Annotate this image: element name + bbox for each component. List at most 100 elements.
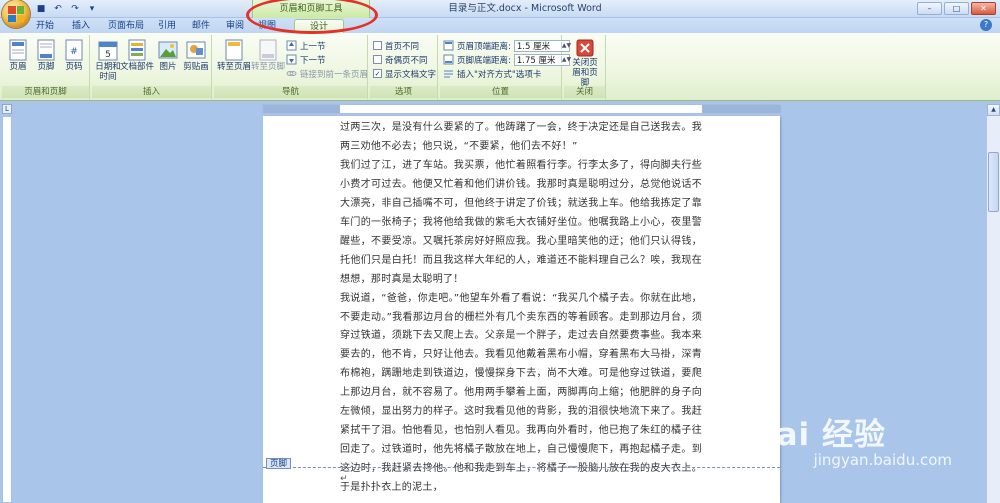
tab-mailings[interactable]: 邮件: [186, 19, 216, 33]
customize-icon[interactable]: ▾: [85, 3, 99, 16]
next-section-button[interactable]: 下一节: [286, 53, 326, 66]
header-button[interactable]: 页眉: [4, 37, 32, 83]
scroll-up-icon[interactable]: ▲: [987, 104, 1000, 116]
different-odd-even-label: 奇偶页不同: [385, 55, 428, 66]
maximize-button[interactable]: □: [944, 2, 969, 15]
group-label-close: 关闭: [564, 86, 605, 98]
clip-art-label: 剪贴画: [183, 62, 209, 72]
quick-parts-label: 文档部件: [120, 62, 155, 72]
checkbox-box[interactable]: [373, 55, 382, 64]
minimize-button[interactable]: –: [917, 2, 942, 15]
office-button[interactable]: [2, 0, 30, 28]
clip-art-button[interactable]: 剪贴画: [182, 37, 210, 83]
next-section-icon: [286, 54, 297, 65]
group-options: 首页不同 奇偶页不同 ✓ 显示文档文字 选项: [370, 35, 438, 99]
page-number-button[interactable]: # 页码: [60, 37, 88, 83]
date-time-button[interactable]: 5 日期和时间: [94, 37, 122, 83]
footer-boundary: [263, 467, 780, 468]
previous-section-button[interactable]: 上一节: [286, 39, 326, 52]
footer-distance-row: 页脚底端距离: 1.75 厘米 ▲▼: [443, 53, 571, 66]
picture-label: 图片: [159, 62, 177, 72]
header-distance-row: 页眉顶端距离: 1.5 厘米 ▲▼: [443, 39, 571, 52]
help-icon[interactable]: ?: [980, 19, 992, 31]
header-distance-value: 1.5 厘米: [516, 41, 551, 52]
office-logo-icon: [8, 6, 24, 22]
tab-view[interactable]: 视图: [252, 19, 282, 33]
quick-parts-icon: [127, 39, 147, 61]
picture-icon: [158, 39, 178, 61]
align-tab-icon: [443, 68, 454, 79]
footer-distance-input[interactable]: 1.75 厘米 ▲▼: [513, 53, 571, 66]
paragraph-mark[interactable]: ↵: [340, 474, 348, 484]
body-text[interactable]: 过两三次，是没有什么要紧的了。他踌躇了一会，终于决定还是自己送我去。我两三劝他不…: [340, 119, 702, 498]
group-close: 关闭页眉和页脚 关闭: [564, 35, 606, 99]
goto-header-label: 转至页眉: [217, 62, 252, 72]
tab-review[interactable]: 审阅: [220, 19, 250, 33]
group-navigation: 转至页眉 转至页脚 上一节 下一节 链接到前一条页眉 导航: [214, 35, 368, 99]
different-odd-even-checkbox[interactable]: 奇偶页不同: [373, 53, 428, 66]
header-label: 页眉: [9, 62, 27, 72]
vertical-scrollbar[interactable]: ▲: [986, 104, 1000, 503]
different-first-page-checkbox[interactable]: 首页不同: [373, 39, 419, 52]
horizontal-ruler[interactable]: [262, 104, 781, 114]
page-number-icon: #: [64, 39, 84, 61]
previous-section-label: 上一节: [300, 41, 326, 52]
title-bar: ■ ↶ ↷ ▾ 页眉和页脚工具 目录与正文.docx - Microsoft W…: [0, 0, 1000, 28]
tab-insert[interactable]: 插入: [64, 19, 98, 33]
save-icon[interactable]: ■: [34, 3, 48, 16]
calendar-icon: 5: [98, 39, 118, 61]
redo-icon[interactable]: ↷: [68, 3, 82, 16]
window-title: 目录与正文.docx - Microsoft Word: [448, 3, 602, 14]
insert-align-tab-label: 插入"对齐方式"选项卡: [457, 69, 542, 80]
baidu-watermark: Bai 经验 jingyan.baidu.com: [752, 409, 952, 475]
goto-footer-button[interactable]: 转至页脚: [251, 37, 285, 83]
different-first-page-label: 首页不同: [385, 41, 420, 52]
quick-parts-button[interactable]: 文档部件: [120, 37, 155, 83]
link-to-previous-button[interactable]: 链接到前一条页眉: [286, 67, 368, 80]
goto-header-button[interactable]: 转至页眉: [217, 37, 252, 83]
footer-distance-icon: [443, 54, 454, 65]
context-tool-title: 页眉和页脚工具: [252, 0, 370, 18]
footer-distance-value: 1.75 厘米: [516, 55, 556, 66]
left-margin-band: [263, 105, 340, 113]
close-header-footer-button[interactable]: 关闭页眉和页脚: [569, 37, 601, 88]
link-to-previous-label: 链接到前一条页眉: [300, 69, 369, 80]
clip-art-icon: [186, 39, 206, 61]
close-red-icon: [575, 39, 595, 57]
date-time-label: 日期和时间: [95, 62, 121, 82]
header-distance-icon: [443, 40, 454, 51]
svg-text:5: 5: [105, 50, 111, 60]
tab-home[interactable]: 开始: [28, 19, 62, 33]
scroll-thumb[interactable]: [988, 152, 999, 212]
close-button[interactable]: ✕: [971, 2, 996, 15]
tab-design[interactable]: 设计: [294, 19, 344, 33]
watermark-url: jingyan.baidu.com: [813, 451, 952, 469]
undo-icon[interactable]: ↶: [51, 3, 65, 16]
document-page[interactable]: 过两三次，是没有什么要紧的了。他踌躇了一会，终于决定还是自己送我去。我两三劝他不…: [263, 116, 780, 503]
tab-selector-icon[interactable]: L: [2, 104, 12, 114]
svg-text:#: #: [70, 47, 78, 57]
insert-align-tab-button[interactable]: 插入"对齐方式"选项卡: [443, 67, 541, 80]
close-header-footer-label: 关闭页眉和页脚: [572, 58, 598, 88]
vertical-ruler[interactable]: [2, 116, 12, 503]
show-document-text-checkbox[interactable]: ✓ 显示文档文字: [373, 67, 436, 80]
previous-section-icon: [286, 40, 297, 51]
group-label-header-footer: 页眉和页脚: [2, 86, 89, 98]
footer-icon: [36, 39, 56, 61]
checkbox-box[interactable]: [373, 41, 382, 50]
group-label-position: 位置: [440, 86, 561, 98]
header-distance-label: 页眉顶端距离:: [457, 41, 511, 52]
tab-references[interactable]: 引用: [152, 19, 182, 33]
group-label-options: 选项: [370, 86, 437, 98]
paragraph[interactable]: 过两三次，是没有什么要紧的了。他踌躇了一会，终于决定还是自己送我去。我两三劝他不…: [340, 119, 702, 157]
checkbox-box[interactable]: ✓: [373, 69, 382, 78]
goto-header-icon: [224, 39, 244, 61]
header-distance-input[interactable]: 1.5 厘米 ▲▼: [513, 39, 571, 52]
paragraph[interactable]: 我们过了江，进了车站。我买票，他忙着照看行李。行李太多了，得向脚夫行些小费才可过…: [340, 157, 702, 290]
ribbon-tabs: 开始 插入 页面布局 引用 邮件 审阅 视图 设计: [0, 18, 1000, 33]
tab-page-layout[interactable]: 页面布局: [102, 19, 150, 33]
picture-button[interactable]: 图片: [154, 37, 182, 83]
footer-button[interactable]: 页脚: [32, 37, 60, 83]
window-controls: – □ ✕: [917, 2, 996, 15]
header-icon: [8, 39, 28, 61]
